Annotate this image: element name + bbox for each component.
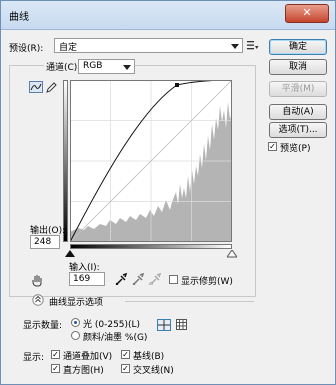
light-radio-label: 光 (0-255)(L) xyxy=(83,320,141,330)
white-point-slider[interactable] xyxy=(227,250,237,258)
chevron-down-icon xyxy=(123,65,131,70)
input-gradient-bar xyxy=(70,244,232,249)
list-menu-icon[interactable] xyxy=(247,41,259,50)
show-label: 显示: xyxy=(23,353,45,363)
collapse-toggle-icon[interactable] xyxy=(32,294,44,306)
input-field[interactable]: 169 xyxy=(69,272,105,286)
white-eyedropper-icon[interactable] xyxy=(149,273,161,285)
preset-dropdown[interactable]: 自定 xyxy=(54,38,243,53)
options-button[interactable]: 选项(T)... xyxy=(269,122,327,138)
chevron-down-icon xyxy=(231,44,239,49)
preview-checkbox[interactable]: ✓ xyxy=(268,142,277,151)
histogram-checkbox[interactable]: ✓ xyxy=(51,364,60,373)
show-clipping-checkbox[interactable] xyxy=(169,275,178,284)
curve-point-tool-icon[interactable] xyxy=(29,81,43,93)
curve-graph[interactable] xyxy=(70,80,232,242)
preview-label: 预览(P) xyxy=(280,144,311,154)
title-bar: 曲线 ✕ xyxy=(1,1,335,30)
channel-dropdown[interactable]: RGB xyxy=(78,59,135,74)
black-eyedropper-icon[interactable] xyxy=(115,273,127,285)
close-icon: ✕ xyxy=(302,6,312,19)
output-gradient-bar xyxy=(63,80,68,242)
simple-grid-icon[interactable] xyxy=(157,319,171,331)
display-options-label: 曲线显示选项 xyxy=(49,298,104,308)
ok-button[interactable]: 确定 xyxy=(269,39,327,55)
detailed-grid-icon[interactable] xyxy=(176,319,187,330)
auto-button[interactable]: 自动(A) xyxy=(269,104,327,120)
smooth-button[interactable]: 平滑(M) xyxy=(269,81,327,97)
pigment-radio-label: 颜料/油墨 %(G) xyxy=(83,333,148,343)
black-point-slider[interactable] xyxy=(65,250,75,258)
light-radio[interactable] xyxy=(71,318,80,327)
pigment-radio[interactable] xyxy=(71,331,80,340)
close-button[interactable]: ✕ xyxy=(285,4,329,23)
intersection-line-checkbox[interactable]: ✓ xyxy=(121,364,130,373)
pencil-icon[interactable] xyxy=(45,81,57,93)
curve-control-point[interactable] xyxy=(175,83,179,87)
show-amount-label: 显示数量: xyxy=(23,321,63,331)
output-field[interactable]: 248 xyxy=(30,235,60,249)
histogram-label: 直方图(H) xyxy=(63,366,104,376)
cancel-button[interactable]: 取消 xyxy=(269,59,327,75)
intersection-line-label: 交叉线(N) xyxy=(133,366,174,376)
window-title: 曲线 xyxy=(9,12,29,23)
channel-value: RGB xyxy=(83,61,103,71)
baseline-label: 基线(B) xyxy=(133,352,165,362)
show-clipping-label: 显示修剪(W) xyxy=(181,277,233,287)
gray-eyedropper-icon[interactable] xyxy=(132,273,144,285)
curves-dialog: 曲线 ✕ 预设(R): 自定 通道(C): RGB 确定 取消 平滑(M) 自动… xyxy=(0,0,336,385)
divider xyxy=(125,301,254,302)
baseline-checkbox[interactable]: ✓ xyxy=(121,350,130,359)
preset-label: 预设(R): xyxy=(9,44,44,54)
channel-label: 通道(C): xyxy=(44,60,83,73)
preset-value: 自定 xyxy=(59,43,78,53)
channel-overlays-label: 通道叠加(V) xyxy=(63,352,113,362)
channel-overlays-checkbox[interactable]: ✓ xyxy=(51,350,60,359)
hand-adjust-icon[interactable] xyxy=(31,273,45,287)
